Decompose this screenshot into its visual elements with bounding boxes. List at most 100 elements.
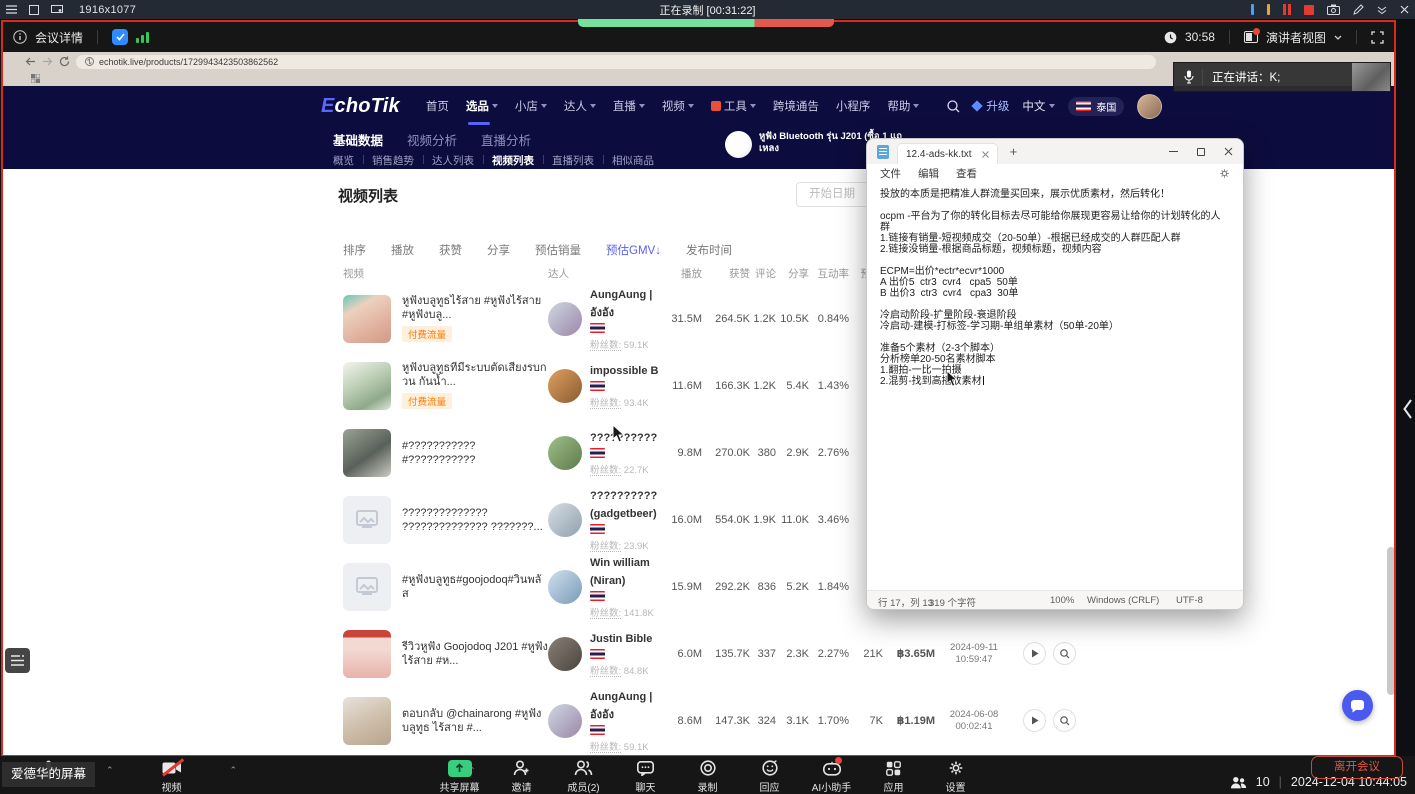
chat-button[interactable]: 聊天 (618, 759, 674, 794)
talent-avatar[interactable] (548, 436, 582, 470)
subnav-item[interactable]: 达人列表 (423, 153, 483, 168)
sort-option[interactable]: 预估GMV↓ (606, 242, 661, 258)
settings-gear-icon[interactable] (1219, 168, 1230, 179)
nav-item[interactable]: 帮助 (887, 98, 919, 114)
talent-avatar[interactable] (548, 704, 582, 738)
camera-options-chevron[interactable]: ⌃ (230, 765, 238, 776)
nav-item[interactable]: 小店 (515, 98, 547, 114)
fullscreen-icon[interactable] (1371, 31, 1384, 44)
video-title[interactable]: ?????????????? ?????????????? ???????... (402, 506, 548, 534)
subnav-item[interactable]: 直播列表 (543, 153, 603, 168)
annotate-pencil-icon[interactable] (1353, 4, 1364, 15)
page-scrollbar[interactable] (1387, 547, 1394, 695)
subnav-item[interactable]: 相似商品 (603, 153, 663, 168)
invite-button[interactable]: 邀请 (494, 759, 550, 794)
mic-options-chevron[interactable]: ⌃ (106, 765, 114, 776)
talent-name[interactable]: ?????????? (590, 432, 657, 444)
subnav-item[interactable]: 视频列表 (483, 153, 543, 168)
video-thumbnail[interactable] (343, 630, 391, 678)
play-video-button[interactable] (1023, 709, 1046, 732)
talent-name[interactable]: AungAung | อังอัง (590, 691, 652, 721)
maximize-icon[interactable] (1197, 148, 1205, 156)
minimize-icon[interactable] (1169, 151, 1178, 152)
new-tab-button[interactable]: + (1010, 145, 1018, 158)
bookmark-app-icon[interactable] (31, 74, 40, 83)
video-thumbnail[interactable] (343, 295, 391, 343)
share-options-chevron[interactable]: ⌃ (469, 766, 476, 775)
browser-forward-icon[interactable] (42, 57, 53, 66)
talent-name[interactable]: Win william(Niran) (590, 557, 650, 587)
menu-edit[interactable]: 编辑 (918, 166, 939, 181)
video-title[interactable]: #??????????? #??????????? #????????????.… (402, 439, 548, 467)
talent-name[interactable]: ?????????? (gadgetbeer) (590, 490, 657, 520)
nav-item[interactable]: 小程序 (836, 98, 871, 114)
members-button[interactable]: 成员(2) (556, 759, 612, 794)
view-mode-label[interactable]: 演讲者视图 (1266, 29, 1326, 46)
site-info-icon[interactable] (85, 57, 94, 66)
menu-view[interactable]: 查看 (956, 166, 977, 181)
nav-item[interactable]: 选品 (466, 98, 498, 114)
talent-avatar[interactable] (548, 637, 582, 671)
nav-item[interactable]: 直播 (613, 98, 645, 114)
notepad-tab[interactable]: 12.4-ads-kk.txt (897, 143, 998, 164)
talent-name[interactable]: Justin Bible (590, 633, 652, 645)
participants-count[interactable]: 10 (1256, 775, 1270, 789)
chat-bubble-button[interactable] (1342, 690, 1373, 721)
video-thumbnail[interactable] (343, 563, 391, 611)
region-selector[interactable]: 泰国 (1068, 97, 1124, 116)
sort-option[interactable]: 分享 (487, 242, 510, 258)
sidebar-collapse-chevron[interactable] (1402, 398, 1413, 420)
search-icon[interactable] (947, 100, 960, 113)
share-screen-button[interactable]: ⌃ 共享屏幕 (432, 759, 488, 794)
video-title[interactable]: หูฟังบลูทูธที่มีระบบตัดเสียงรบกวน กันน้ำ… (402, 361, 548, 389)
subnav-item[interactable]: 销售趋势 (363, 153, 423, 168)
video-thumbnail[interactable] (343, 697, 391, 745)
sort-option[interactable]: 预估销量 (535, 242, 581, 258)
video-table-row[interactable]: ตอบกลับ @chainarong #หูฟังบลูทูธ ไร้สาย … (338, 687, 1098, 754)
language-selector[interactable]: 中文 (1022, 98, 1055, 114)
address-bar[interactable]: echotik.live/products/172994342350386256… (76, 55, 1156, 69)
search-video-button[interactable] (1053, 642, 1076, 665)
speaker-view-icon[interactable] (1244, 31, 1258, 43)
nav-item[interactable]: 达人 (564, 98, 596, 114)
echotik-logo[interactable]: EchoTik (321, 95, 400, 118)
reactions-button[interactable]: 回应 (742, 759, 798, 794)
close-recorder-icon[interactable] (1400, 5, 1409, 14)
play-video-button[interactable] (1023, 642, 1046, 665)
video-title[interactable]: #หูฟังบลูทูธ#goojodoq#วินพลัส (402, 573, 548, 601)
nav-item[interactable]: 首页 (426, 98, 449, 114)
video-thumbnail[interactable] (343, 429, 391, 477)
talent-avatar[interactable] (548, 369, 582, 403)
screenshot-camera-icon[interactable] (1327, 4, 1340, 15)
sort-option[interactable]: 播放 (391, 242, 414, 258)
notepad-titlebar[interactable]: 12.4-ads-kk.txt + (867, 139, 1243, 164)
ai-assistant-button[interactable]: AI小助手 (804, 759, 860, 794)
apps-button[interactable]: 应用 (866, 759, 922, 794)
nav-item[interactable]: 视频 (662, 98, 694, 114)
pause-recording-button[interactable] (1283, 4, 1291, 15)
video-title[interactable]: รีวิวหูฟัง Goojodoq J201 #หูฟังไร้สาย #ห… (402, 640, 548, 668)
stop-recording-button[interactable] (1304, 5, 1314, 15)
meeting-details-label[interactable]: 会议详情 (35, 29, 83, 46)
nav-item[interactable]: 跨境通告 (773, 98, 819, 114)
browser-reload-icon[interactable] (59, 56, 70, 67)
upgrade-button[interactable]: 升级 (973, 98, 1009, 114)
chevron-down-icon[interactable] (1334, 35, 1342, 40)
leave-meeting-button[interactable]: 离开会议 (1311, 756, 1403, 779)
zoom-level[interactable]: 100% (1050, 595, 1074, 606)
sort-option[interactable]: 发布时间 (686, 242, 732, 258)
record-button[interactable]: 录制 (680, 759, 736, 794)
cast-screen-icon[interactable] (51, 5, 63, 15)
talent-avatar[interactable] (548, 570, 582, 604)
video-title[interactable]: ตอบกลับ @chainarong #หูฟังบลูทูธ ไร้สาย … (402, 707, 548, 735)
tab-close-icon[interactable] (982, 151, 989, 158)
notes-panel-toggle[interactable] (5, 648, 30, 673)
security-shield-icon[interactable] (112, 29, 128, 45)
participants-icon[interactable] (1230, 776, 1247, 789)
hamburger-menu-icon[interactable] (6, 5, 17, 14)
settings-button[interactable]: 设置 (928, 759, 984, 794)
search-video-button[interactable] (1053, 709, 1076, 732)
analysis-tab[interactable]: 直播分析 (481, 130, 531, 149)
menu-file[interactable]: 文件 (880, 166, 901, 181)
video-title[interactable]: หูฟังบลูทูธไร้สาย #หูฟังไร้สาย #หูฟังบลู… (402, 294, 548, 322)
